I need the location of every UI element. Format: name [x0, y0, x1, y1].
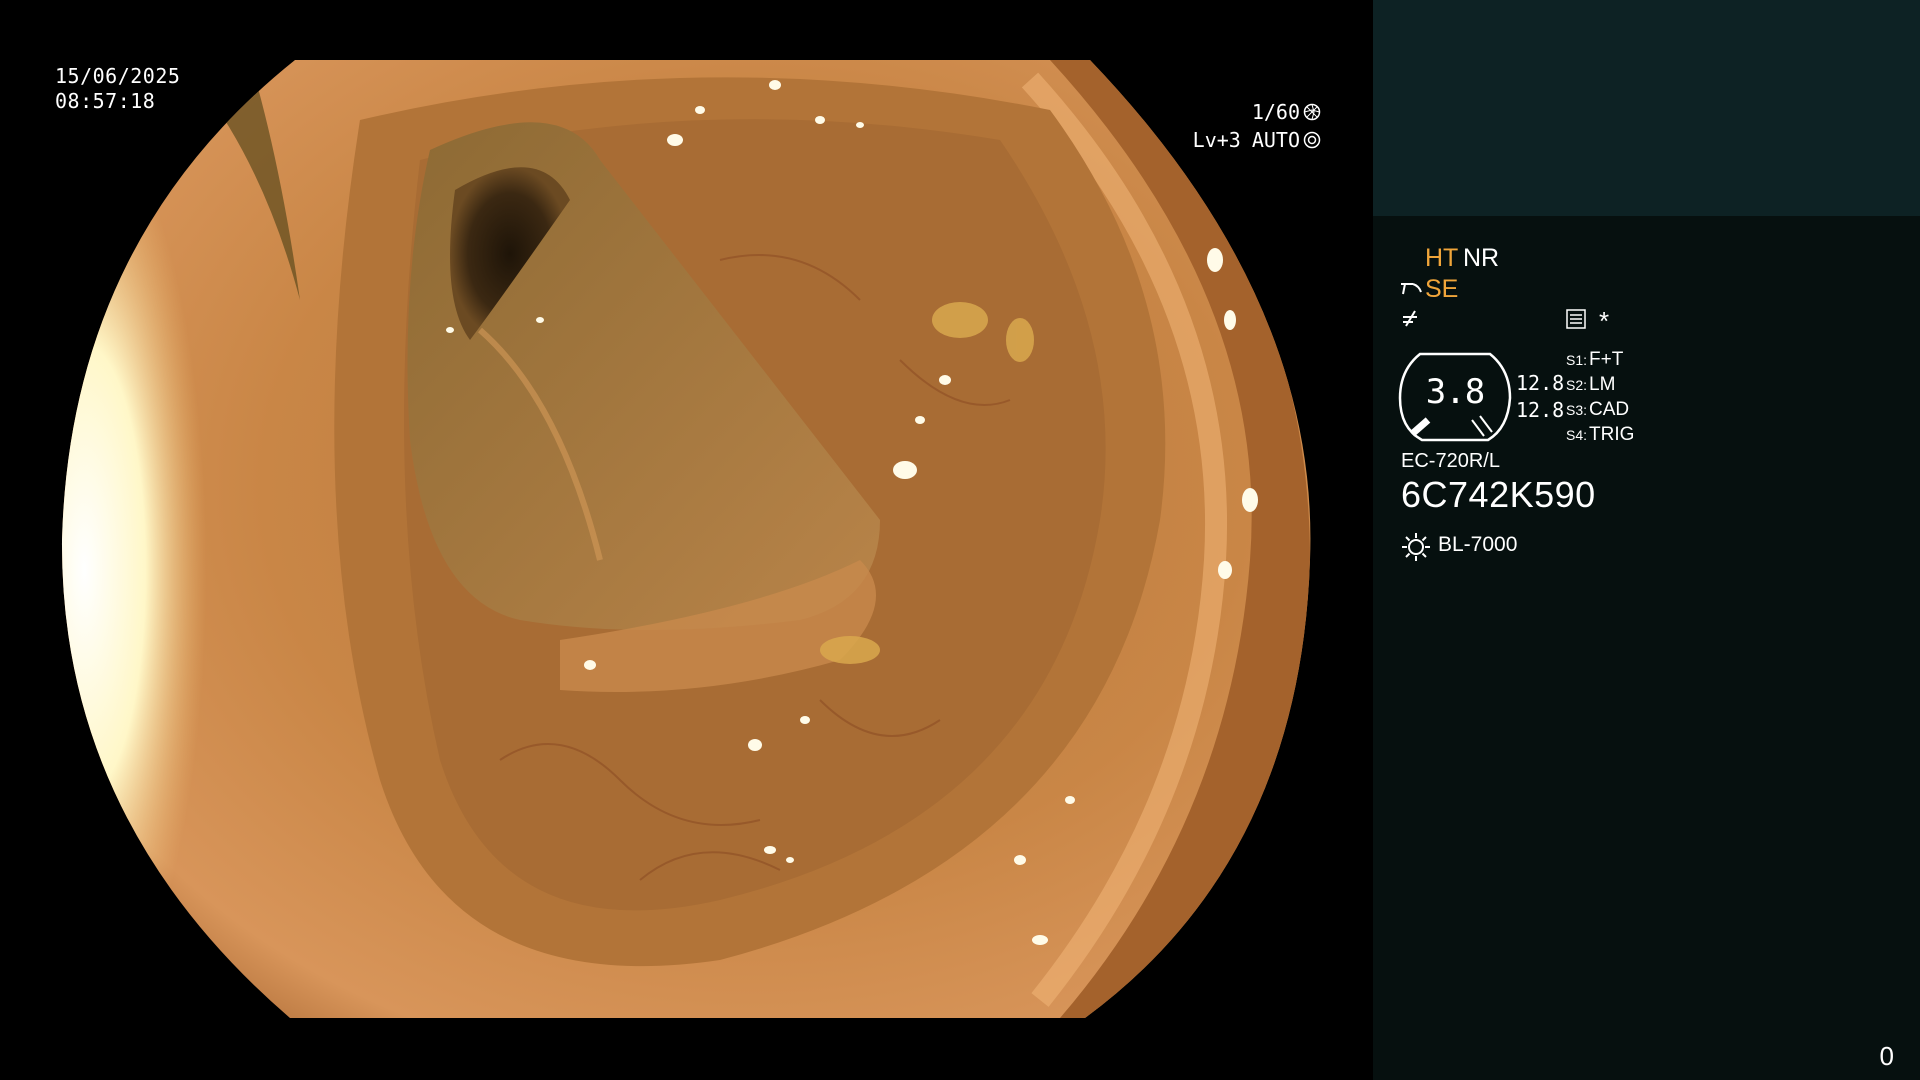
asterisk-indicator: * [1599, 306, 1610, 336]
osd-date: 15/06/2025 [55, 64, 181, 88]
date-time-display: 15/06/2025 08:57:18 [55, 64, 180, 114]
shutter-speed: 1/60 [1251, 100, 1300, 124]
switch-value: F+T [1589, 349, 1624, 370]
se-indicator: SE [1425, 275, 1459, 303]
nr-indicator: NR [1463, 244, 1500, 272]
scope-model: EC-720R/L [1401, 450, 1500, 472]
scope-tip-icon [1401, 283, 1422, 295]
switch-value: LM [1589, 374, 1616, 395]
scope-serial: 6C742K590 [1401, 474, 1596, 515]
reading-value-2: 12.8 [1516, 398, 1565, 422]
brightness-level: Lv+3 [1192, 128, 1241, 152]
iris-mode: AUTO [1251, 128, 1300, 152]
scope-switch-3: S3: CAD [1566, 399, 1629, 421]
iris-row: Lv+3 AUTO [1193, 126, 1321, 154]
scope-switch-2: S2: LM [1566, 374, 1615, 396]
scope-switch-4: S4: TRIG [1566, 424, 1634, 446]
endoscope-viewport: 15/06/2025 08:57:18 1/60 Lv+3 AUTO [0, 0, 1373, 1080]
panel-header-area [1373, 0, 1920, 216]
switch-key: S3: [1566, 402, 1588, 418]
light-source-icon [1402, 533, 1430, 561]
osd-time: 08:57:18 [55, 89, 156, 113]
switch-value: TRIG [1589, 424, 1635, 445]
endoscopic-image [61, 60, 1311, 1018]
zoom-value: 3.8 [1425, 372, 1485, 412]
freeze-icon [1403, 310, 1417, 327]
scope-switch-1: S1: F+T [1566, 349, 1623, 371]
status-panel: HT NR SE * 3.8 12.8 12.8 S1: F+T S2: LM S3… [1373, 0, 1920, 1080]
exposure-display: 1/60 Lv+3 AUTO [1193, 98, 1321, 154]
reading-value-1: 12.8 [1516, 371, 1565, 395]
switch-key: S2: [1566, 377, 1588, 393]
auto-iris-icon [1303, 131, 1321, 149]
light-source-model: BL-7000 [1438, 533, 1518, 556]
switch-key: S1: [1566, 352, 1588, 368]
frame-counter: 0 [1879, 1041, 1894, 1071]
switch-key: S4: [1566, 427, 1588, 443]
ht-indicator: HT [1425, 244, 1459, 272]
shutter-icon [1303, 103, 1321, 121]
shutter-row: 1/60 [1193, 98, 1321, 126]
report-icon [1566, 309, 1586, 329]
switch-value: CAD [1589, 399, 1630, 420]
